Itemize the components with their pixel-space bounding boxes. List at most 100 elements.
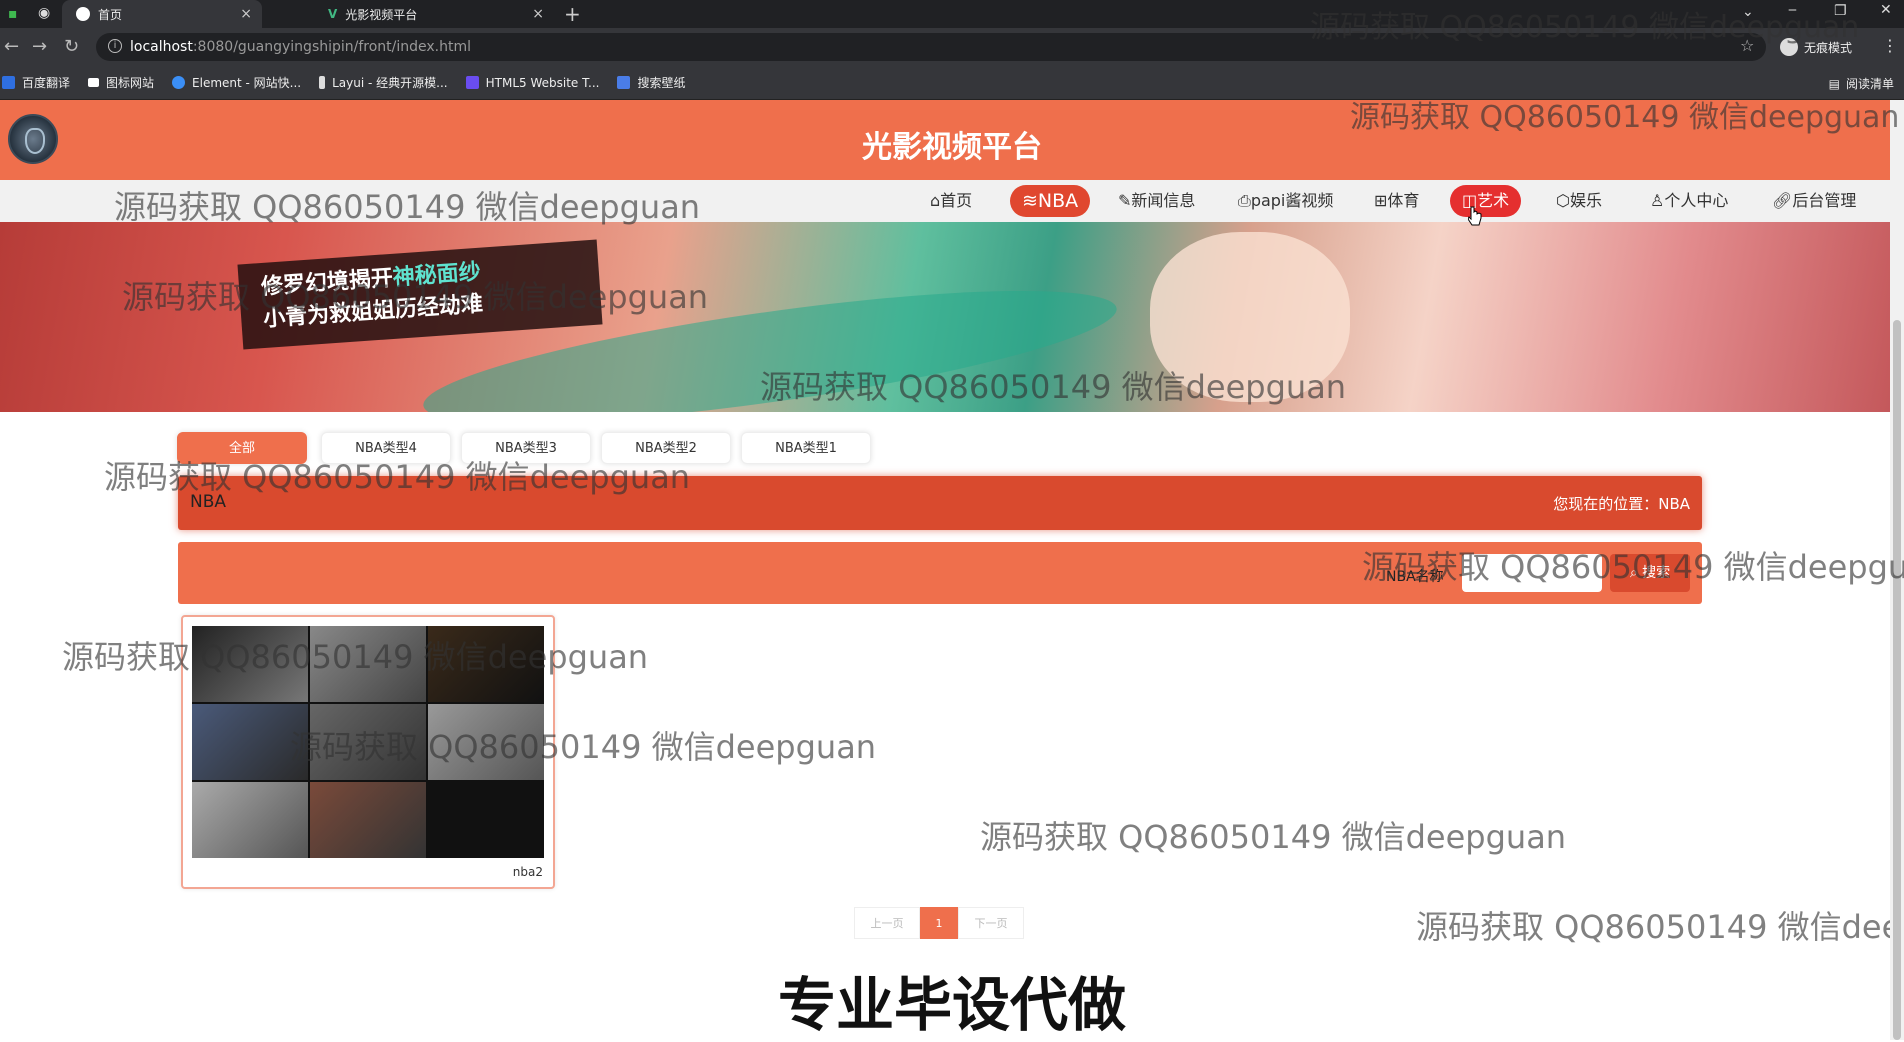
bookmark-item[interactable]: 图标网站 [88, 74, 154, 91]
user-icon: ♙ [1650, 191, 1665, 210]
filter-tab-type4[interactable]: NBA类型4 [321, 432, 451, 464]
printer-icon: ⎙ [1238, 191, 1251, 210]
search-button-label: 搜索 [1642, 565, 1671, 581]
nav-label: 娱乐 [1569, 191, 1602, 210]
page-scrollbar[interactable] [1890, 100, 1904, 1040]
filter-tab-type3[interactable]: NBA类型3 [461, 432, 591, 464]
filter-tab-all[interactable]: 全部 [177, 432, 307, 464]
thumbnail-tile [192, 782, 308, 858]
nav-item-papi[interactable]: ⎙papi酱视频 [1228, 185, 1343, 217]
thumbnail-tile [428, 782, 544, 858]
layers-icon: ≋ [1022, 190, 1038, 212]
url-path: :8080/guangyingshipin/front/index.html [192, 39, 472, 55]
back-icon[interactable]: ← [4, 36, 19, 57]
element-icon [172, 76, 186, 89]
info-icon[interactable]: i [108, 39, 122, 53]
tab-search-icon[interactable]: ⌄ [1742, 4, 1754, 20]
banner-caption-highlight: 神秘面纱 [391, 258, 482, 291]
incognito-label: 无痕模式 [1804, 40, 1853, 55]
banner-caption: 修罗幻境揭开神秘面纱 小青为救姐姐历经劫难 [237, 239, 603, 350]
bookmarks-bar: 百度翻译 图标网站 Element - 网站快... Layui - 经典开源模… [0, 66, 1904, 100]
search-button[interactable]: ⌕ 搜索 [1610, 554, 1690, 592]
filter-tab-type1[interactable]: NBA类型1 [741, 432, 871, 464]
bookmark-label: Layui - 经典开源模... [332, 76, 448, 90]
category-title: NBA [190, 492, 227, 512]
page-button-current[interactable]: 1 [920, 907, 958, 939]
tab-home[interactable]: 首页 × [62, 0, 262, 28]
tab-home-label: 首页 [98, 7, 123, 22]
search-input[interactable] [1462, 554, 1602, 592]
reading-list-icon: ▤ [1828, 76, 1840, 91]
bookmark-item[interactable]: HTML5 Website T... [465, 75, 600, 90]
url-field[interactable]: i localhost:8080/guangyingshipin/front/i… [96, 33, 1766, 61]
minimize-icon[interactable]: ‒ [1788, 2, 1797, 18]
thumbnail-tile [428, 704, 544, 780]
site-header: 光影视频平台 [0, 100, 1890, 180]
nav-label: 体育 [1387, 191, 1420, 210]
nav-item-home[interactable]: ⌂首页 [920, 185, 982, 217]
hero-banner[interactable]: 修罗幻境揭开神秘面纱 小青为救姐姐历经劫难 [0, 222, 1890, 412]
main-nav: ⌂首页 ≋NBA ✎新闻信息 ⎙papi酱视频 ⊞体育 ◫艺术 ⬡娱乐 ♙个人中… [0, 180, 1890, 222]
bookmark-item[interactable]: 搜索壁纸 [617, 74, 685, 91]
home-icon: ⌂ [930, 191, 941, 210]
flag-icon [88, 78, 100, 87]
incognito-icon [1780, 38, 1798, 56]
incognito-indicator[interactable]: 无痕模式 [1780, 38, 1852, 56]
browser-tab-strip: ▪ ◉ 首页 × V 光影视频平台 × + ⌄ ‒ ❐ ✕ [0, 0, 1904, 28]
close-icon[interactable]: × [240, 6, 252, 22]
nav-label: 个人中心 [1664, 191, 1729, 210]
layui-icon [319, 76, 326, 89]
edit-icon: ✎ [1118, 191, 1132, 210]
site-title: 光影视频平台 [862, 130, 1042, 165]
address-toolbar: ← → ↻ i localhost:8080/guangyingshipin/f… [0, 28, 1904, 66]
app-icon: ▪ [8, 6, 18, 22]
bookmark-item[interactable]: Element - 网站快... [172, 74, 301, 91]
reload-icon[interactable]: ↻ [64, 36, 79, 57]
bookmark-item[interactable]: Layui - 经典开源模... [319, 74, 448, 91]
nav-label: NBA [1037, 190, 1079, 212]
pointer-cursor-icon [1468, 206, 1482, 226]
breadcrumb: 您现在的位置：NBA [1553, 495, 1690, 513]
reading-list[interactable]: ▤ 阅读清单 [1829, 75, 1894, 92]
thumbnail-tile [192, 626, 308, 702]
next-page-button[interactable]: 下一页 [958, 907, 1024, 939]
nav-label: papi酱视频 [1250, 191, 1334, 210]
watermark: 源码获取 QQ86050149 微信deepguan [1416, 908, 1890, 946]
nav-item-profile[interactable]: ♙个人中心 [1640, 185, 1738, 217]
scrollbar-thumb[interactable] [1893, 320, 1901, 1040]
nav-item-sports[interactable]: ⊞体育 [1364, 185, 1429, 217]
reading-list-label: 阅读清单 [1845, 77, 1894, 91]
watermark: 源码获取 QQ86050149 微信deepguan [980, 818, 1567, 856]
nav-item-entertainment[interactable]: ⬡娱乐 [1546, 185, 1612, 217]
window-close-icon[interactable]: ✕ [1880, 2, 1892, 18]
new-tab-button[interactable]: + [564, 2, 581, 26]
nav-item-nba[interactable]: ≋NBA [1010, 185, 1091, 217]
tab-platform[interactable]: V 光影视频平台 × [314, 0, 554, 28]
tab-icon[interactable]: ◉ [38, 5, 50, 21]
prev-page-button[interactable]: 上一页 [854, 907, 920, 939]
bookmark-star-icon[interactable]: ☆ [1740, 36, 1754, 55]
thumbnail-tile [310, 782, 426, 858]
bookmark-label: HTML5 Website T... [485, 75, 600, 90]
close-icon[interactable]: × [532, 6, 544, 22]
search-label: NBA名称 [1386, 569, 1444, 585]
wallpaper-icon [617, 76, 631, 89]
grid-icon: ⊞ [1374, 191, 1388, 210]
nav-item-news[interactable]: ✎新闻信息 [1108, 185, 1205, 217]
filter-tab-type2[interactable]: NBA类型2 [601, 432, 731, 464]
pagination: 上一页 1 下一页 [854, 907, 1024, 939]
forward-icon[interactable]: → [32, 36, 47, 57]
nav-item-art[interactable]: ◫艺术 [1450, 185, 1522, 217]
nav-item-admin[interactable]: 🔗︎后台管理 [1762, 185, 1866, 217]
restore-icon[interactable]: ❐ [1834, 3, 1847, 19]
thumbnail-tile [310, 704, 426, 780]
video-name: nba2 [512, 865, 543, 879]
video-thumbnail[interactable] [192, 626, 544, 858]
menu-icon[interactable]: ⋮ [1882, 36, 1898, 55]
video-card[interactable]: nba2 [181, 615, 555, 889]
link-icon: 🔗︎ [1772, 191, 1793, 210]
vue-icon: V [328, 7, 338, 21]
bookmark-label: 搜索壁纸 [637, 76, 686, 90]
bottom-caption: 专业毕设代做 [777, 971, 1126, 1039]
bookmark-item[interactable]: 百度翻译 [2, 74, 70, 91]
